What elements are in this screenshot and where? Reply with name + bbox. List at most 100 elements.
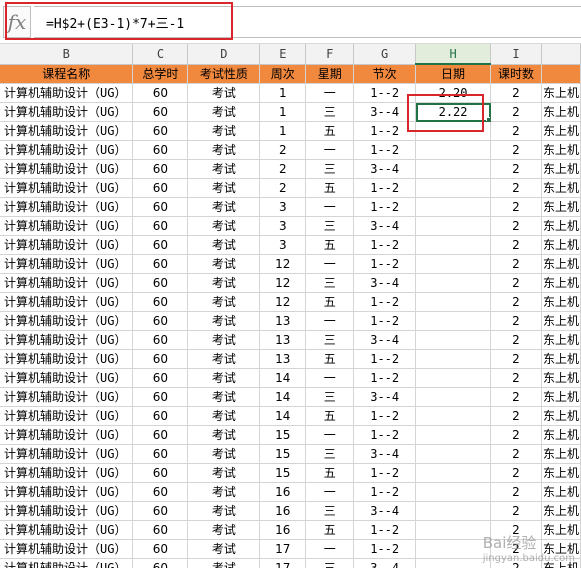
period-cell[interactable]: 1--2 (353, 140, 417, 160)
course-cell[interactable]: 计算机辅助设计（UG） (0, 273, 134, 293)
exam-type-cell[interactable]: 考试 (187, 539, 261, 559)
total-hours-cell[interactable]: 60 (132, 178, 189, 198)
week-cell[interactable]: 16 (259, 520, 307, 540)
column-header[interactable]: B (0, 44, 134, 65)
exam-type-cell[interactable]: 考试 (187, 102, 261, 122)
total-hours-cell[interactable]: 60 (132, 102, 189, 122)
date-cell[interactable] (415, 444, 491, 464)
header-weekday[interactable]: 星期 (305, 64, 355, 84)
total-hours-cell[interactable]: 60 (132, 520, 189, 540)
hours-cell[interactable]: 2 (490, 501, 542, 521)
weekday-cell[interactable]: 三 (305, 501, 355, 521)
exam-type-cell[interactable]: 考试 (187, 387, 261, 407)
total-hours-cell[interactable]: 60 (132, 311, 189, 331)
weekday-cell[interactable]: 一 (305, 539, 355, 559)
course-cell[interactable]: 计算机辅助设计（UG） (0, 83, 134, 103)
week-cell[interactable]: 16 (259, 482, 307, 502)
period-cell[interactable]: 3--4 (353, 102, 417, 122)
course-cell[interactable]: 计算机辅助设计（UG） (0, 330, 134, 350)
period-cell[interactable]: 1--2 (353, 254, 417, 274)
exam-type-cell[interactable]: 考试 (187, 463, 261, 483)
course-cell[interactable]: 计算机辅助设计（UG） (0, 102, 134, 122)
course-cell[interactable]: 计算机辅助设计（UG） (0, 292, 134, 312)
week-cell[interactable]: 14 (259, 368, 307, 388)
course-cell[interactable]: 计算机辅助设计（UG） (0, 501, 134, 521)
weekday-cell[interactable]: 五 (305, 520, 355, 540)
exam-type-cell[interactable]: 考试 (187, 159, 261, 179)
total-hours-cell[interactable]: 60 (132, 273, 189, 293)
week-cell[interactable]: 12 (259, 254, 307, 274)
date-cell[interactable]: 2.20 (415, 83, 491, 103)
weekday-cell[interactable]: 五 (305, 178, 355, 198)
total-hours-cell[interactable]: 60 (132, 83, 189, 103)
location-cell[interactable]: 东上机 (541, 349, 581, 369)
column-header[interactable]: C (132, 44, 189, 65)
period-cell[interactable]: 1--2 (353, 121, 417, 141)
date-cell[interactable] (415, 520, 491, 540)
date-cell[interactable] (415, 501, 491, 521)
total-hours-cell[interactable]: 60 (132, 463, 189, 483)
week-cell[interactable]: 2 (259, 159, 307, 179)
period-cell[interactable]: 1--2 (353, 482, 417, 502)
header-period[interactable]: 节次 (353, 64, 417, 84)
weekday-cell[interactable]: 一 (305, 425, 355, 445)
weekday-cell[interactable]: 三 (305, 330, 355, 350)
exam-type-cell[interactable]: 考试 (187, 83, 261, 103)
date-cell[interactable] (415, 463, 491, 483)
total-hours-cell[interactable]: 60 (132, 254, 189, 274)
weekday-cell[interactable]: 五 (305, 292, 355, 312)
weekday-cell[interactable]: 一 (305, 482, 355, 502)
date-cell[interactable] (415, 197, 491, 217)
period-cell[interactable]: 1--2 (353, 520, 417, 540)
weekday-cell[interactable]: 一 (305, 83, 355, 103)
hours-cell[interactable]: 2 (490, 349, 542, 369)
total-hours-cell[interactable]: 60 (132, 444, 189, 464)
location-cell[interactable]: 东上机 (541, 330, 581, 350)
weekday-cell[interactable]: 五 (305, 463, 355, 483)
course-cell[interactable]: 计算机辅助设计（UG） (0, 406, 134, 426)
week-cell[interactable]: 3 (259, 235, 307, 255)
week-cell[interactable]: 15 (259, 425, 307, 445)
header-exam-type[interactable]: 考试性质 (187, 64, 261, 84)
weekday-cell[interactable]: 一 (305, 140, 355, 160)
total-hours-cell[interactable]: 60 (132, 501, 189, 521)
selected-date-cell[interactable]: 2.22 (415, 102, 491, 122)
total-hours-cell[interactable]: 60 (132, 539, 189, 559)
total-hours-cell[interactable]: 60 (132, 292, 189, 312)
exam-type-cell[interactable]: 考试 (187, 254, 261, 274)
hours-cell[interactable]: 2 (490, 235, 542, 255)
total-hours-cell[interactable]: 60 (132, 349, 189, 369)
hours-cell[interactable]: 2 (490, 406, 542, 426)
hours-cell[interactable]: 2 (490, 254, 542, 274)
course-cell[interactable]: 计算机辅助设计（UG） (0, 368, 134, 388)
location-cell[interactable]: 东上机 (541, 121, 581, 141)
header-total-hours[interactable]: 总学时 (132, 64, 189, 84)
period-cell[interactable]: 3--4 (353, 501, 417, 521)
exam-type-cell[interactable]: 考试 (187, 292, 261, 312)
date-cell[interactable] (415, 292, 491, 312)
date-cell[interactable] (415, 235, 491, 255)
hours-cell[interactable]: 2 (490, 197, 542, 217)
header-date[interactable]: 日期 (415, 64, 491, 84)
hours-cell[interactable]: 2 (490, 368, 542, 388)
date-cell[interactable] (415, 311, 491, 331)
date-cell[interactable] (415, 178, 491, 198)
hours-cell[interactable]: 2 (490, 425, 542, 445)
location-cell[interactable]: 东上机 (541, 501, 581, 521)
period-cell[interactable]: 1--2 (353, 311, 417, 331)
total-hours-cell[interactable]: 60 (132, 159, 189, 179)
location-cell[interactable]: 东上机 (541, 83, 581, 103)
total-hours-cell[interactable]: 60 (132, 368, 189, 388)
course-cell[interactable]: 计算机辅助设计（UG） (0, 178, 134, 198)
location-cell[interactable]: 东上机 (541, 368, 581, 388)
date-cell[interactable] (415, 140, 491, 160)
location-cell[interactable]: 东上机 (541, 140, 581, 160)
column-header[interactable]: E (259, 44, 307, 65)
weekday-cell[interactable]: 三 (305, 387, 355, 407)
weekday-cell[interactable]: 三 (305, 558, 355, 568)
week-cell[interactable]: 16 (259, 501, 307, 521)
date-cell[interactable] (415, 121, 491, 141)
exam-type-cell[interactable]: 考试 (187, 311, 261, 331)
date-cell[interactable] (415, 387, 491, 407)
column-header[interactable] (541, 44, 581, 65)
